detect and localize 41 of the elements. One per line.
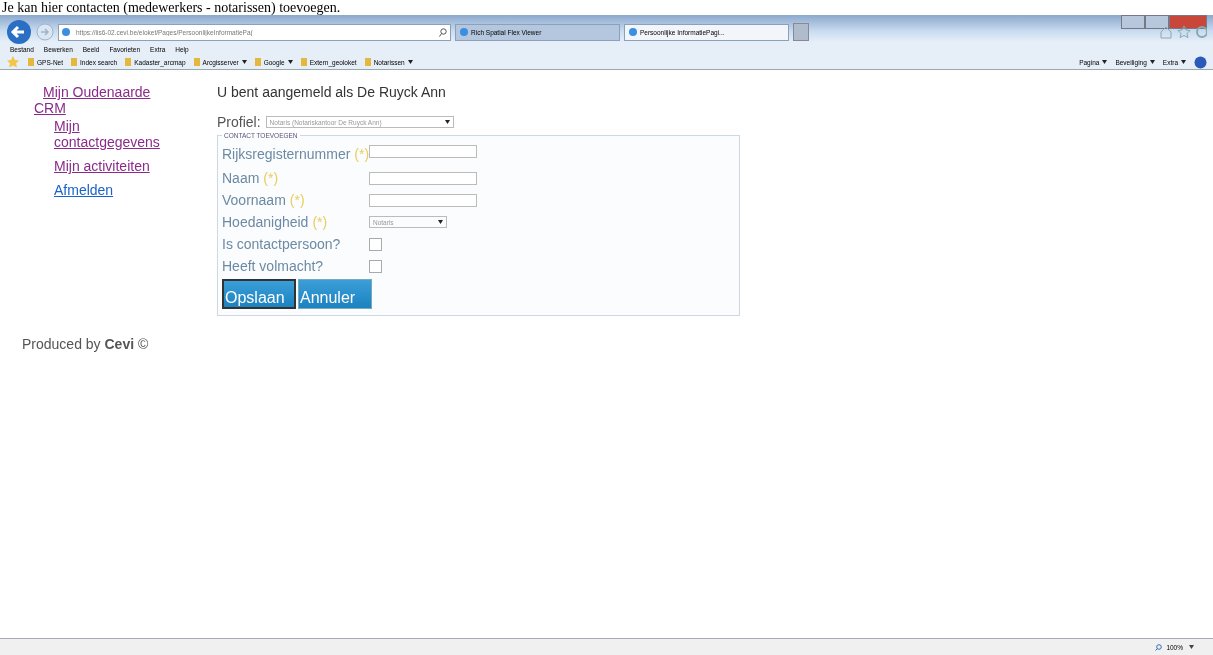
back-icon[interactable]	[6, 19, 32, 45]
search-icon[interactable]	[439, 27, 447, 37]
login-text: U bent aangemeld als De Ruyck Ann	[217, 84, 447, 102]
zoom-icon	[1155, 643, 1163, 651]
field-label: Voornaam (*)	[222, 190, 306, 210]
nav-link[interactable]: Afmelden	[54, 182, 174, 198]
new-tab-button[interactable]	[793, 23, 809, 41]
form-button[interactable]: Annuler	[298, 279, 372, 309]
caret-icon	[1102, 60, 1108, 64]
nav-link[interactable]: Mijn contactgegevens	[54, 118, 174, 150]
caption-text: Je kan hier contacten (medewerkers - notarissen) toevoegen.	[1, 0, 342, 15]
checkbox[interactable]	[369, 259, 382, 273]
input-field[interactable]	[369, 193, 477, 207]
minimize-button[interactable]	[1121, 15, 1145, 29]
close-button[interactable]	[1169, 15, 1207, 29]
caret-icon[interactable]	[1189, 645, 1194, 649]
home-icon[interactable]	[1159, 25, 1173, 39]
field-label: Rijksregisternummer (*)	[222, 145, 369, 164]
field-label: Hoedanigheid (*)	[222, 212, 329, 232]
checkbox[interactable]	[369, 237, 382, 251]
nav-link[interactable]: Mijn Oudenaarde CRM	[34, 84, 169, 116]
nav-link[interactable]: Mijn activiteiten	[54, 158, 174, 174]
footer-text: Produced by Cevi ©	[22, 336, 150, 352]
caret-icon	[438, 220, 443, 224]
caret-icon	[407, 60, 413, 64]
field-label: Is contactpersoon?	[222, 234, 342, 254]
caret-icon	[241, 60, 247, 64]
input-field[interactable]	[369, 145, 477, 158]
caret-icon	[444, 120, 450, 124]
form-button[interactable]: Opslaan	[222, 279, 296, 309]
profile-label: Profiel:	[217, 114, 261, 130]
star-icon[interactable]	[1177, 25, 1191, 39]
maximize-button[interactable]	[1145, 15, 1169, 29]
caret-icon	[287, 60, 293, 64]
forward-icon[interactable]	[36, 23, 54, 41]
input-field[interactable]	[369, 171, 477, 185]
field-label: Naam (*)	[222, 168, 280, 188]
caret-icon	[1149, 60, 1155, 64]
favorites-star-icon[interactable]	[6, 56, 20, 68]
field-label: Heeft volmacht?	[222, 256, 325, 276]
caret-icon	[1181, 60, 1186, 64]
